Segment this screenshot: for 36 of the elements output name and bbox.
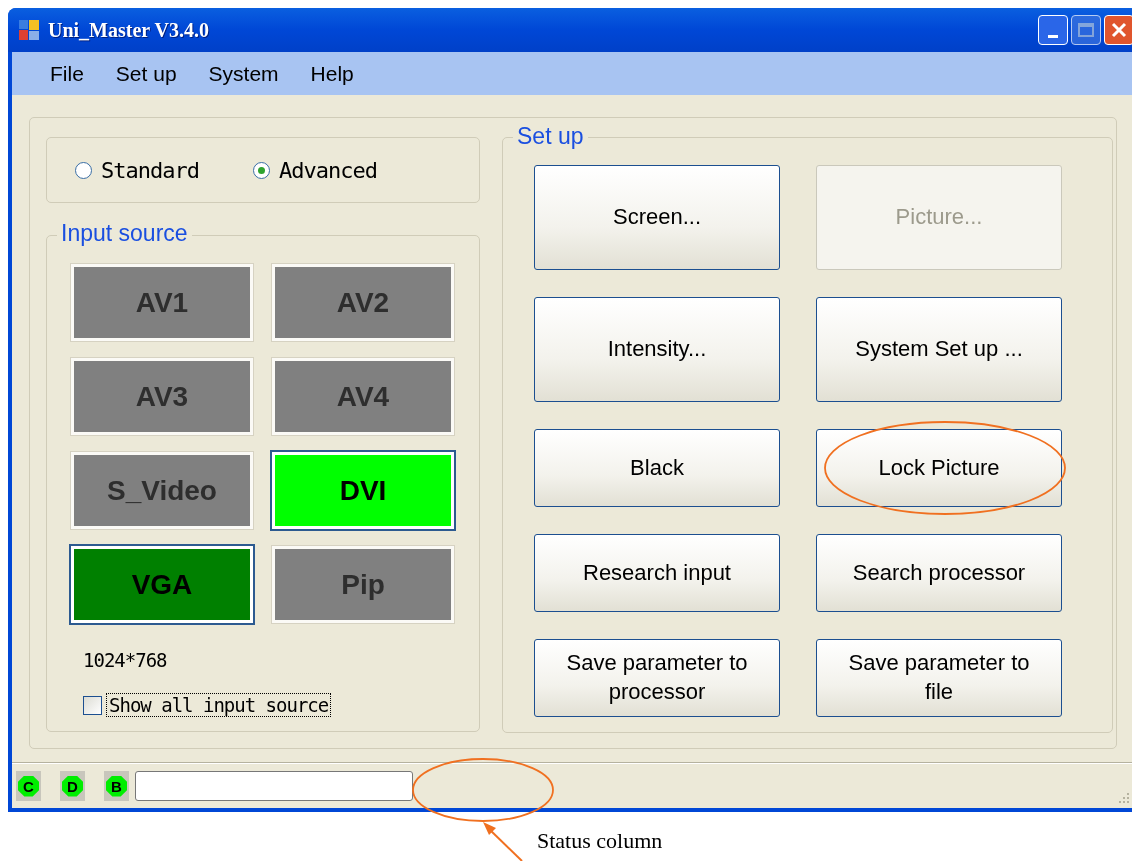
menu-item[interactable]: System	[192, 57, 295, 90]
radio-label: Advanced	[278, 157, 377, 183]
minimize-button[interactable]	[1038, 15, 1068, 45]
resolution-text: 1024*768	[83, 649, 168, 671]
setup-button[interactable]: Lock Picture	[816, 429, 1062, 507]
close-icon	[1110, 21, 1128, 39]
menu-item[interactable]: Help	[294, 57, 370, 90]
close-button[interactable]	[1104, 15, 1132, 45]
checkbox[interactable]	[83, 695, 102, 715]
input-source-button[interactable]: VGA	[71, 546, 253, 623]
checkbox-label: Show all input source	[106, 693, 332, 717]
menu-item[interactable]: Set up	[99, 57, 193, 90]
setup-button[interactable]: Research input	[534, 534, 780, 612]
menu-item[interactable]: File	[34, 57, 100, 90]
setup-button[interactable]: Save parameter to processor	[534, 639, 780, 717]
callout-arrow	[483, 822, 523, 861]
setup-button[interactable]: Search processor	[816, 534, 1062, 612]
minimize-icon	[1048, 34, 1058, 38]
radio-button[interactable]	[75, 161, 92, 179]
annotation-label: Status column	[537, 828, 663, 854]
resize-grip-icon[interactable]	[1116, 790, 1130, 804]
maximize-button[interactable]	[1071, 15, 1101, 45]
setup-button[interactable]: Intensity...	[534, 297, 780, 402]
maximize-icon	[1077, 22, 1095, 38]
setup-button[interactable]: Black	[534, 429, 780, 507]
status-indicator: D	[62, 775, 83, 797]
setup-button[interactable]: Save parameter to file	[816, 639, 1062, 717]
status-indicator: B	[106, 775, 127, 797]
window-title: Uni_Master V3.4.0	[48, 18, 210, 42]
setup-button[interactable]: Screen...	[534, 165, 780, 270]
setup-button[interactable]: System Set up ...	[816, 297, 1062, 402]
status-indicator: C	[18, 775, 39, 797]
input-source-button[interactable]: DVI	[272, 452, 454, 529]
radio-label: Standard	[101, 157, 199, 183]
radio-button[interactable]	[252, 161, 270, 179]
app-icon	[18, 19, 40, 41]
